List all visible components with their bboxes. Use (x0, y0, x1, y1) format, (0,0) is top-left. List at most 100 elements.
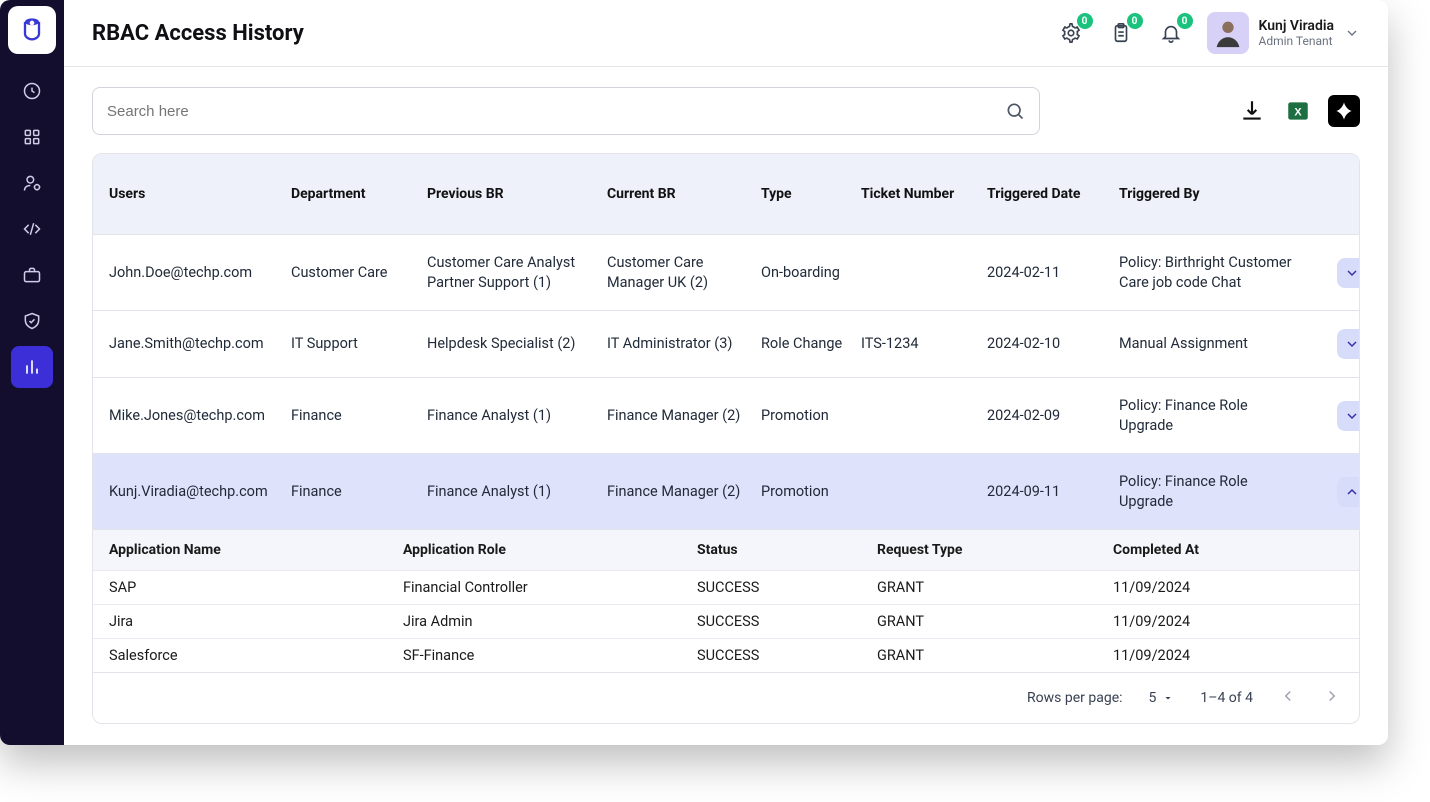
table-row[interactable]: Mike.Jones@techp.comFinanceFinance Analy… (93, 377, 1359, 453)
table-cell: 2024-02-11 (987, 263, 1119, 283)
table-cell: Promotion (761, 406, 861, 426)
table-row[interactable]: Kunj.Viradia@techp.comFinanceFinance Ana… (93, 453, 1359, 529)
table-cell: Customer Care Manager UK (2) (607, 253, 761, 292)
col-ticket: Ticket Number (861, 186, 987, 202)
search-input[interactable] (107, 103, 1005, 120)
nested-row: JiraJira AdminSUCCESSGRANT11/09/2024 (93, 604, 1359, 638)
access-history-table: Users Department Previous BR Current BR … (92, 153, 1360, 724)
avatar (1207, 12, 1249, 54)
col-users: Users (109, 186, 291, 202)
table-cell: On-boarding (761, 263, 861, 283)
col-type: Type (761, 186, 861, 202)
table-cell: Finance (291, 482, 427, 502)
nested-row: SalesforceSF-FinanceSUCCESSGRANT11/09/20… (93, 638, 1359, 672)
nested-col: Status (697, 542, 877, 558)
svg-text:X: X (1294, 106, 1302, 118)
table-row[interactable]: John.Doe@techp.comCustomer CareCustomer … (93, 234, 1359, 310)
table-cell: Policy: Finance Role Upgrade (1119, 472, 1313, 511)
nav-dashboard-icon[interactable] (11, 70, 53, 112)
nav-apps-icon[interactable] (11, 116, 53, 158)
table-cell: Role Change (761, 334, 861, 354)
rows-per-page-label: Rows per page: (1027, 690, 1122, 706)
settings-badge: 0 (1077, 13, 1093, 29)
nav-code-icon[interactable] (11, 208, 53, 250)
user-menu[interactable]: Kunj Viradia Admin Tenant (1207, 12, 1361, 54)
nav-reports-icon[interactable] (11, 346, 53, 388)
table-row[interactable]: Jane.Smith@techp.comIT SupportHelpdesk S… (93, 310, 1359, 377)
clipboard-icon[interactable]: 0 (1107, 19, 1135, 47)
table-cell: Customer Care Analyst Partner Support (1… (427, 253, 607, 292)
table-cell: Jane.Smith@techp.com (109, 334, 291, 354)
table-cell: Policy: Finance Role Upgrade (1119, 396, 1313, 435)
download-button[interactable] (1236, 95, 1268, 127)
col-date: Triggered Date (987, 186, 1119, 202)
next-page-button[interactable] (1323, 687, 1341, 709)
table-cell: Manual Assignment (1119, 334, 1313, 354)
bell-icon[interactable]: 0 (1157, 19, 1185, 47)
col-current-br: Current BR (607, 186, 761, 202)
table-cell: IT Administrator (3) (607, 334, 761, 354)
table-cell: Kunj.Viradia@techp.com (109, 482, 291, 502)
nav-shield-icon[interactable] (11, 300, 53, 342)
table-cell: Finance Analyst (1) (427, 482, 607, 502)
table-cell: ITS-1234 (861, 334, 987, 354)
nested-row: SAPFinancial ControllerSUCCESSGRANT11/09… (93, 570, 1359, 604)
table-cell: Customer Care (291, 263, 427, 283)
search-icon (1005, 101, 1025, 121)
col-previous-br: Previous BR (427, 186, 607, 202)
nested-cell: GRANT (877, 647, 1113, 664)
nested-table: Application NameApplication RoleStatusRe… (93, 529, 1359, 672)
settings-icon[interactable]: 0 (1057, 19, 1085, 47)
header: RBAC Access History 0 0 0 (64, 0, 1388, 67)
export-pdf-button[interactable] (1328, 95, 1360, 127)
dropdown-icon (1162, 692, 1174, 704)
bell-badge: 0 (1177, 13, 1193, 29)
page-range: 1–4 of 4 (1200, 690, 1253, 706)
nested-col: Request Type (877, 542, 1113, 558)
nested-cell: SF-Finance (403, 647, 697, 664)
expand-row-button[interactable] (1337, 329, 1360, 359)
nested-cell: SUCCESS (697, 579, 877, 596)
nested-cell: Financial Controller (403, 579, 697, 596)
nested-cell: Salesforce (109, 647, 403, 664)
rows-per-page-select[interactable]: 5 (1149, 690, 1175, 706)
nested-cell: GRANT (877, 579, 1113, 596)
table-cell: Finance Manager (2) (607, 482, 761, 502)
table-cell: Promotion (761, 482, 861, 502)
nested-cell: 11/09/2024 (1113, 647, 1343, 664)
nested-cell: Jira Admin (403, 613, 697, 630)
col-department: Department (291, 186, 427, 202)
expand-row-button[interactable] (1337, 401, 1360, 431)
search-box[interactable] (92, 87, 1040, 135)
table-cell: 2024-09-11 (987, 482, 1119, 502)
nav-user-settings-icon[interactable] (11, 162, 53, 204)
table-cell: Finance Manager (2) (607, 406, 761, 426)
user-role: Admin Tenant (1259, 34, 1335, 48)
col-triggered-by: Triggered By (1119, 186, 1313, 202)
page-title: RBAC Access History (92, 21, 304, 46)
nav-briefcase-icon[interactable] (11, 254, 53, 296)
pagination: Rows per page: 5 1–4 of 4 (93, 672, 1359, 723)
table-cell: IT Support (291, 334, 427, 354)
table-cell: Mike.Jones@techp.com (109, 406, 291, 426)
expand-row-button[interactable] (1337, 477, 1360, 507)
nested-cell: Jira (109, 613, 403, 630)
nested-cell: SUCCESS (697, 613, 877, 630)
expand-row-button[interactable] (1337, 258, 1360, 288)
user-name: Kunj Viradia (1259, 18, 1335, 34)
nested-col: Application Role (403, 542, 697, 558)
nested-cell: 11/09/2024 (1113, 579, 1343, 596)
nested-col: Application Name (109, 542, 403, 558)
table-cell: Finance Analyst (1) (427, 406, 607, 426)
table-cell: Helpdesk Specialist (2) (427, 334, 607, 354)
nested-cell: SAP (109, 579, 403, 596)
table-cell: John.Doe@techp.com (109, 263, 291, 283)
nested-cell: SUCCESS (697, 647, 877, 664)
export-excel-button[interactable]: X (1282, 95, 1314, 127)
app-logo (8, 6, 56, 54)
nested-cell: 11/09/2024 (1113, 613, 1343, 630)
chevron-down-icon (1344, 25, 1360, 41)
table-cell: 2024-02-09 (987, 406, 1119, 426)
prev-page-button[interactable] (1279, 687, 1297, 709)
nested-col: Completed At (1113, 542, 1343, 558)
